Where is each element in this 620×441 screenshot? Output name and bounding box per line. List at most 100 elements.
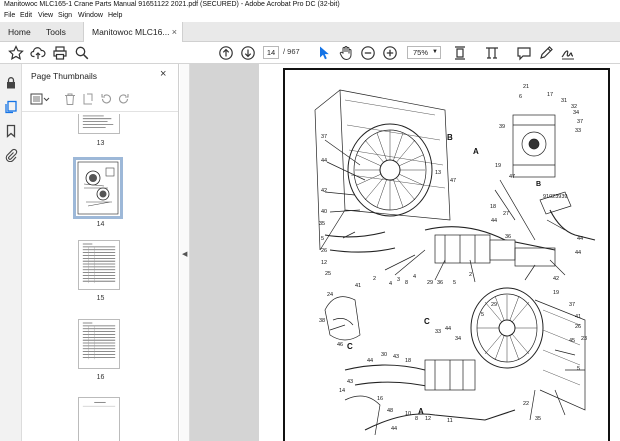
page-thumbnails-icon[interactable] (4, 100, 18, 114)
part-callout: 16 (377, 396, 383, 402)
part-callout: 33 (575, 128, 581, 134)
page-total: / 967 (283, 47, 300, 56)
thumbnail-panel: Page Thumbnails × 13 14 15 16 (22, 64, 197, 441)
menu-sign[interactable]: Sign (58, 12, 72, 19)
part-callout: 44 (445, 326, 451, 332)
thumbnail-page-17[interactable] (78, 397, 120, 441)
thumbnail-page-14[interactable] (73, 157, 123, 219)
attachment-icon[interactable] (4, 148, 18, 162)
page-border: B A B C C A 91023939 37 44 42 40 35 5 26 12 25 13… (283, 68, 610, 441)
tab-home[interactable]: Home (8, 22, 31, 42)
part-callout: 27 (503, 211, 509, 217)
menu-view[interactable]: View (38, 12, 53, 19)
part-callout: 42 (553, 276, 559, 282)
part-callout: 5 (453, 280, 456, 286)
part-callout: 39 (499, 124, 505, 130)
part-callout: 43 (347, 379, 353, 385)
part-callout: 2 (373, 276, 376, 282)
rotate-left-icon[interactable] (99, 92, 113, 106)
page-down-icon[interactable] (240, 45, 256, 61)
tab-document-label: Manitowoc MLC16... (92, 27, 170, 37)
part-callout: 2 (469, 272, 472, 278)
part-callout: 8 (415, 416, 418, 422)
panel-collapse-handle[interactable]: ◀ (180, 64, 190, 441)
view-label-b: B (447, 133, 453, 142)
part-callout: 22 (523, 401, 529, 407)
part-callout: 37 (321, 134, 327, 140)
part-callout: 41 (575, 314, 581, 320)
view-label-a: A (473, 147, 479, 156)
sign-icon[interactable] (560, 45, 576, 61)
zoom-select[interactable]: 75% ▼ (407, 46, 441, 59)
part-callout: 35 (319, 221, 325, 227)
tab-document[interactable]: Manitowoc MLC16... × (83, 22, 183, 43)
part-callout: 5 (321, 236, 324, 242)
part-callout: 3 (397, 277, 400, 283)
drawing-reference-number: 91023939 (543, 194, 567, 200)
part-callout: 17 (547, 92, 553, 98)
part-callout: 42 (321, 188, 327, 194)
menu-help[interactable]: Help (108, 12, 122, 19)
lower-view-label-a: A (418, 407, 424, 416)
thumbnail-label-16: 16 (96, 374, 105, 381)
part-callout: 47 (450, 178, 456, 184)
part-callout: 8 (405, 280, 408, 286)
panel-divider (22, 111, 178, 112)
part-callout: 37 (569, 302, 575, 308)
page-up-icon[interactable] (218, 45, 234, 61)
delete-page-icon[interactable] (63, 92, 77, 106)
print-icon[interactable] (52, 45, 68, 61)
part-callout: 6 (519, 94, 522, 100)
part-callout: 34 (573, 110, 579, 116)
lock-icon[interactable] (4, 76, 18, 90)
detail-label-b: B (536, 181, 541, 188)
part-callout: 33 (435, 329, 441, 335)
tab-close-icon[interactable]: × (172, 22, 177, 42)
part-callout: 4 (389, 281, 392, 287)
bookmark-icon[interactable] (4, 124, 18, 138)
page-number-input[interactable]: 14 (263, 46, 279, 59)
cursor-icon[interactable] (316, 45, 332, 61)
part-callout: 24 (327, 292, 333, 298)
document-area: B A B C C A 91023939 37 44 42 40 35 5 26 12 25 13… (190, 64, 620, 441)
part-callout: 38 (319, 318, 325, 324)
menu-file[interactable]: File (4, 12, 15, 19)
part-callout: 26 (575, 324, 581, 330)
part-callout: 21 (523, 84, 529, 90)
fit-page-icon[interactable] (452, 45, 468, 61)
upload-icon[interactable] (30, 45, 46, 61)
part-callout: 37 (577, 119, 583, 125)
part-callout: 29 (427, 280, 433, 286)
part-callout: 34 (455, 336, 461, 342)
menu-window[interactable]: Window (78, 12, 103, 19)
zoom-value: 75% (413, 48, 429, 57)
part-callout: 26 (321, 248, 327, 254)
thumbnail-page-16[interactable] (78, 319, 120, 369)
star-icon[interactable] (8, 45, 24, 61)
scroll-mode-icon[interactable] (484, 45, 500, 61)
part-callout: 25 (325, 271, 331, 277)
extract-page-icon[interactable] (81, 92, 95, 106)
thumbnail-page-13[interactable] (78, 114, 120, 134)
menu-edit[interactable]: Edit (20, 12, 32, 19)
part-callout: 12 (321, 260, 327, 266)
panel-close-icon[interactable]: × (160, 68, 166, 80)
zoom-in-icon[interactable] (382, 45, 398, 61)
pen-icon[interactable] (538, 45, 554, 61)
part-callout: 44 (321, 158, 327, 164)
hand-icon[interactable] (338, 45, 354, 61)
tab-tools[interactable]: Tools (46, 22, 66, 42)
part-callout: 5 (481, 312, 484, 318)
part-callout: 23 (581, 336, 587, 342)
thumbnail-page-15[interactable] (78, 240, 120, 290)
thumbnail-label-14: 14 (96, 221, 105, 228)
rotate-right-icon[interactable] (117, 92, 131, 106)
comment-icon[interactable] (516, 45, 532, 61)
part-callout: 44 (491, 218, 497, 224)
thumbnail-options-icon[interactable] (30, 92, 50, 106)
part-callout: 41 (355, 283, 361, 289)
zoom-out-icon[interactable] (360, 45, 376, 61)
part-callout: 40 (321, 209, 327, 215)
part-callout: 30 (381, 352, 387, 358)
search-icon[interactable] (74, 45, 90, 61)
